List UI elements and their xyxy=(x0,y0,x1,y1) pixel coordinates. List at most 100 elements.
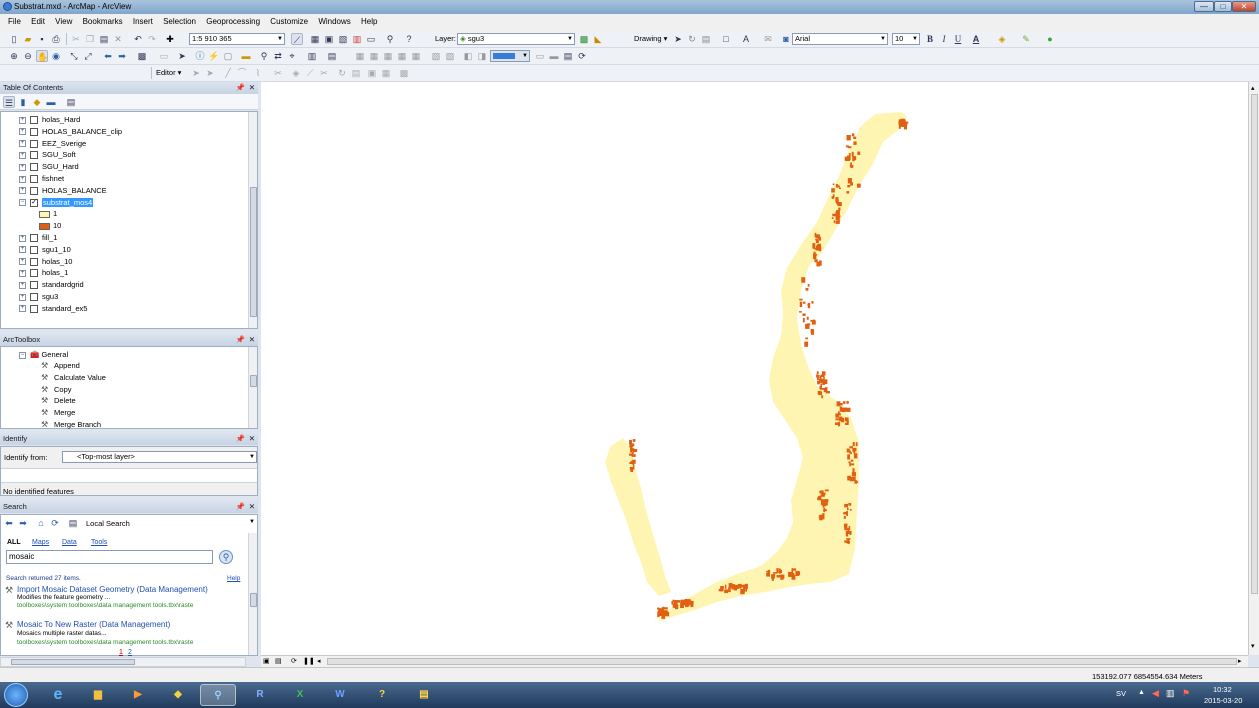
expand-icon[interactable]: + xyxy=(19,175,26,183)
refresh-icon[interactable]: ⟳ xyxy=(576,50,588,62)
forward-extent-icon[interactable]: ➡ xyxy=(116,50,128,62)
search-scope[interactable]: Local Search xyxy=(86,519,130,528)
menu-file[interactable]: File xyxy=(4,14,25,29)
search-h-thumb[interactable] xyxy=(11,659,135,665)
toc-layer-holas-balance-clip[interactable]: + HOLAS_BALANCE_clip xyxy=(19,126,122,137)
pin-icon[interactable]: 📌 xyxy=(236,82,245,94)
trace-icon[interactable]: ⌇ xyxy=(252,67,264,79)
undo-icon[interactable]: ↶ xyxy=(132,33,144,45)
pin-icon[interactable]: 📌 xyxy=(236,334,245,346)
map-h-thumb[interactable] xyxy=(327,658,1237,665)
layout-view-icon[interactable]: ▣ xyxy=(263,657,270,665)
list-by-visibility-icon[interactable]: ◆ xyxy=(31,96,43,108)
swipe-icon[interactable]: ◧ xyxy=(462,50,474,62)
layer-name[interactable]: substrat_mos4 xyxy=(42,197,94,207)
expand-icon[interactable]: + xyxy=(19,305,26,313)
full-extent-icon[interactable]: ◉ xyxy=(50,50,62,62)
menu-customize[interactable]: Customize xyxy=(266,14,312,29)
search-scroll-thumb[interactable] xyxy=(250,593,257,607)
index-icon[interactable]: ▤ xyxy=(67,517,79,529)
legend-class[interactable]: 10 xyxy=(39,220,61,231)
visibility-checkbox[interactable] xyxy=(30,151,38,160)
tool-item-delete[interactable]: ⚒ Delete xyxy=(41,395,76,406)
expand-icon[interactable]: + xyxy=(19,258,26,266)
search-result-item[interactable]: ⚒ Mosaic To New Raster (Data Management)… xyxy=(1,619,249,647)
split-tool-icon[interactable]: ✂ xyxy=(272,67,284,79)
hyperlink-icon[interactable]: ⚡ xyxy=(208,50,220,62)
georef-tool-icon-3[interactable]: ▦ xyxy=(382,50,394,62)
chevron-down-icon[interactable]: ▼ xyxy=(249,519,255,525)
bold-button[interactable]: B xyxy=(924,33,936,45)
toc-layer-sgu-hard[interactable]: + SGU_Hard xyxy=(19,161,79,172)
data-view-icon[interactable]: ▬ xyxy=(548,50,560,62)
layout-tools-icon[interactable]: ▩ xyxy=(398,67,410,79)
modelbuilder-icon[interactable]: ▭ xyxy=(365,33,377,45)
back-extent-icon[interactable]: ⬅ xyxy=(102,50,114,62)
data-view-icon[interactable]: ▤ xyxy=(275,657,282,665)
tab-maps[interactable]: Maps xyxy=(32,539,49,546)
layer-name[interactable]: holas_10 xyxy=(42,257,72,266)
visibility-checkbox[interactable] xyxy=(30,139,38,148)
paste-icon[interactable]: ▤ xyxy=(98,33,110,45)
toc-layer-holas-10[interactable]: + holas_10 xyxy=(19,256,72,267)
cut-polygons-icon[interactable]: ✂ xyxy=(318,67,330,79)
georef-tool-icon-2[interactable]: ▦ xyxy=(368,50,380,62)
visibility-checkbox[interactable] xyxy=(30,281,38,290)
layer-name[interactable]: SGU_Soft xyxy=(42,150,76,159)
edit-tool-icon[interactable]: ➤ xyxy=(190,67,202,79)
toc-layer-holas-1[interactable]: + holas_1 xyxy=(19,267,68,278)
whats-this-icon[interactable]: ? xyxy=(403,33,415,45)
arctoolbox-icon[interactable]: ▧ xyxy=(337,33,349,45)
menu-bookmarks[interactable]: Bookmarks xyxy=(79,14,127,29)
expand-icon[interactable]: + xyxy=(19,116,26,124)
visibility-checkbox[interactable] xyxy=(30,304,38,313)
layer-name[interactable]: sgu1_10 xyxy=(42,245,71,254)
map-canvas[interactable] xyxy=(261,82,1248,655)
change-layout-icon[interactable]: ▤ xyxy=(562,50,574,62)
search-window-icon[interactable]: ⚲ xyxy=(384,33,396,45)
close-icon[interactable]: ✕ xyxy=(249,82,255,94)
list-by-drawing-order-icon[interactable]: ☰ xyxy=(3,96,15,108)
result-title[interactable]: Mosaic To New Raster (Data Management) xyxy=(17,620,170,629)
menu-geoprocessing[interactable]: Geoprocessing xyxy=(202,14,264,29)
fixed-zoom-out-icon[interactable]: ⤢ xyxy=(82,50,94,62)
print-icon[interactable]: ⎙ xyxy=(50,33,62,45)
visibility-checkbox[interactable] xyxy=(30,116,38,125)
network-icon[interactable]: ▥ xyxy=(1166,688,1175,699)
map-v-scrollbar[interactable]: ▴ ▾ xyxy=(1248,82,1259,655)
callout-icon[interactable]: ✉ xyxy=(762,33,774,45)
edit-annotation-icon[interactable]: ➤ xyxy=(204,67,216,79)
effects-icon-2[interactable]: ▧ xyxy=(444,50,456,62)
scroll-down-icon[interactable]: ▾ xyxy=(1251,642,1255,650)
layer-name[interactable]: holas_1 xyxy=(42,268,68,277)
menu-view[interactable]: View xyxy=(51,14,76,29)
toc-layer-sgu3[interactable]: + sgu3 xyxy=(19,291,58,302)
layer-name[interactable]: HOLAS_BALANCE xyxy=(42,186,107,195)
toolset-general[interactable]: − 🧰 General xyxy=(19,349,68,360)
expand-icon[interactable]: + xyxy=(19,140,26,148)
layer-name[interactable]: standard_ex5 xyxy=(42,304,87,313)
toc-layer-eez-sverige[interactable]: + EEZ_Sverige xyxy=(19,138,86,149)
georef-icon[interactable]: ▩ xyxy=(578,33,590,45)
find-route-icon[interactable]: ⇄ xyxy=(272,50,284,62)
menu-help[interactable]: Help xyxy=(357,14,381,29)
arccatalog-icon[interactable]: ▤ xyxy=(406,684,442,706)
tab-all[interactable]: ALL xyxy=(7,539,21,546)
georef-tool-icon-4[interactable]: ▦ xyxy=(396,50,408,62)
tool-item-merge-branch[interactable]: ⚒ Merge Branch xyxy=(41,419,101,430)
toolbox-scrollbar[interactable] xyxy=(248,347,257,428)
fixed-zoom-in-icon[interactable]: ⤡ xyxy=(68,50,80,62)
layer-name[interactable]: standardgrid xyxy=(42,280,84,289)
georef-tool-icon[interactable]: ▦ xyxy=(354,50,366,62)
python-icon[interactable]: ◆ xyxy=(160,684,196,706)
identify-icon[interactable]: ⓘ xyxy=(194,50,206,62)
expand-icon[interactable]: + xyxy=(19,281,26,289)
media-player-icon[interactable]: ▶ xyxy=(120,684,156,706)
add-data-icon[interactable]: ✚ xyxy=(164,33,176,45)
result-title[interactable]: Import Mosaic Dataset Geometry (Data Man… xyxy=(17,585,208,594)
expand-icon[interactable]: + xyxy=(19,246,26,254)
toc-window-icon[interactable]: ▣ xyxy=(323,33,335,45)
map-scale-combo[interactable]: 1:5 910 365 ▼ xyxy=(189,33,285,45)
layer-name[interactable]: fishnet xyxy=(42,174,64,183)
find-icon[interactable]: ⚲ xyxy=(258,50,270,62)
